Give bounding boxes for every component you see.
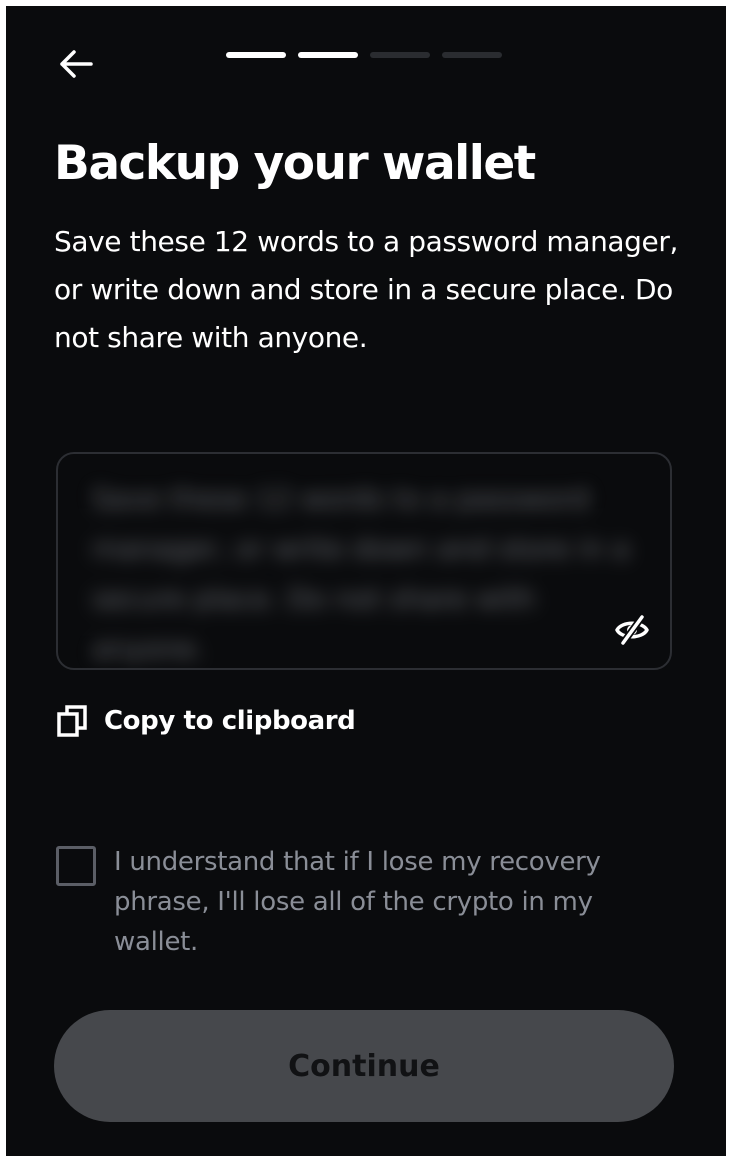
step-progress [226,52,502,58]
copy-to-clipboard-button[interactable]: Copy to clipboard [56,704,356,738]
copy-icon [57,705,87,737]
progress-step-4 [442,52,502,58]
progress-step-1 [226,52,286,58]
acknowledgement-label[interactable]: I understand that if I lose my recovery … [114,842,674,962]
backup-wallet-screen: Backup your wallet Save these 12 words t… [6,6,726,1156]
continue-button[interactable]: Continue [54,1010,674,1122]
copy-to-clipboard-label: Copy to clipboard [104,706,356,736]
eye-off-icon [615,614,649,646]
back-button[interactable] [54,42,98,86]
acknowledgement-checkbox[interactable] [56,846,96,886]
page-subtitle: Save these 12 words to a password manage… [54,225,678,354]
recovery-phrase-box[interactable]: Save these 12 words to a password manage… [56,452,672,670]
arrow-left-icon [60,50,93,78]
progress-step-2 [298,52,358,58]
toggle-phrase-visibility-button[interactable] [610,608,654,652]
recovery-phrase-text-blurred: Save these 12 words to a password manage… [92,482,630,665]
progress-step-3 [370,52,430,58]
page-title: Backup your wallet [54,136,536,191]
